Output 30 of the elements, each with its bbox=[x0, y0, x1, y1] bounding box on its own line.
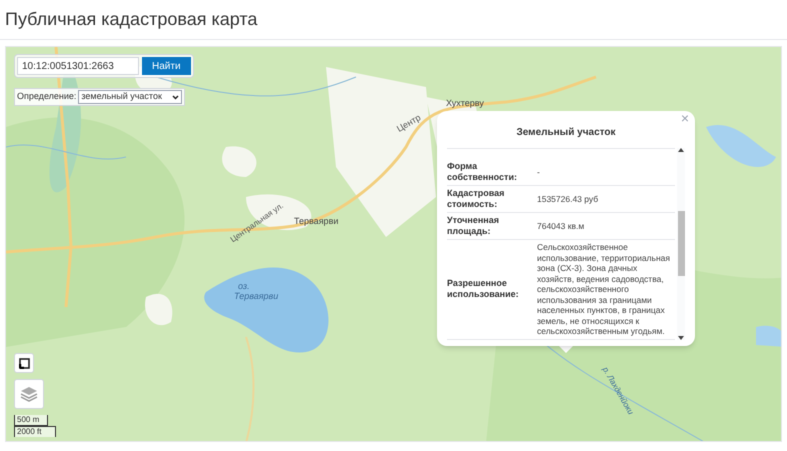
chevron-down-icon bbox=[172, 94, 180, 100]
corner-icon bbox=[18, 358, 30, 368]
search-field[interactable]: 10:12:0051301:2663 bbox=[17, 57, 139, 75]
scroll-down-icon bbox=[678, 336, 684, 340]
definition-select[interactable]: земельный участок bbox=[78, 90, 182, 104]
definition-label: Определение: bbox=[17, 90, 76, 104]
field-value: 764043 кв.м bbox=[537, 220, 586, 232]
lake-label: Терваярви bbox=[234, 292, 278, 301]
field-value: 1535726.43 руб bbox=[537, 194, 600, 204]
place-label: Хухтерву bbox=[446, 99, 484, 108]
place-label: Терваярви bbox=[294, 217, 338, 226]
popup-pointer-icon bbox=[558, 344, 574, 352]
scroll-thumb[interactable] bbox=[678, 211, 684, 276]
scale-metric: 500 m bbox=[14, 415, 48, 426]
layers-icon bbox=[20, 386, 38, 402]
scale-imperial: 2000 ft bbox=[14, 426, 56, 437]
fullscreen-button[interactable] bbox=[14, 353, 34, 373]
field-label: Форма собственности: bbox=[447, 161, 518, 183]
scrollbar[interactable] bbox=[677, 148, 685, 340]
field-label: Уточненная площадь: bbox=[447, 215, 500, 237]
popup-title: Земельный участок bbox=[516, 126, 616, 140]
page-title: Публичная кадастровая карта bbox=[5, 8, 258, 31]
field-value: Сельскохозяйственное использование, территориальная зона (СХ-3). Зона дачных хозяйств, ведения садоводства, сельскохозяйственного использования за границами населенных пунктов, в границах земель, не относящихся к сельскохозяйственным угодьям. bbox=[537, 242, 671, 336]
scroll-up-icon bbox=[678, 148, 684, 152]
layers-button[interactable] bbox=[14, 379, 44, 409]
lake-label: оз. bbox=[238, 282, 250, 291]
search-button[interactable]: Найти bbox=[142, 57, 191, 75]
field-label: Кадастровая стоимость: bbox=[447, 188, 506, 210]
field-label: Разрешенное использование: bbox=[447, 278, 520, 300]
field-value: - bbox=[537, 166, 541, 178]
